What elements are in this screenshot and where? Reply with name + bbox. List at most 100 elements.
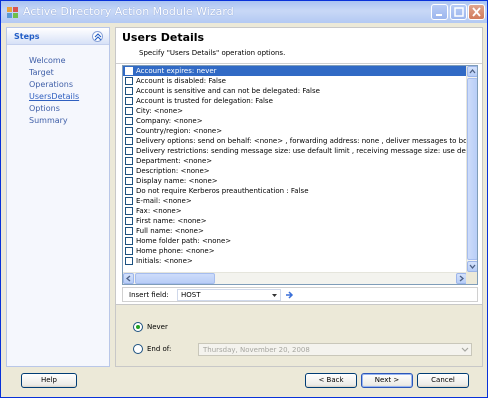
list-item[interactable]: Display name: <none> <box>123 176 467 186</box>
collapse-button[interactable] <box>92 31 103 42</box>
checkbox[interactable] <box>125 167 133 175</box>
chevron-down-icon[interactable] <box>460 345 470 354</box>
wizard-window: Active Directory Action Module Wizard St… <box>0 0 488 398</box>
list-item-label: First name: <none> <box>136 217 207 225</box>
list-item-label: Display name: <none> <box>136 177 218 185</box>
step-welcome[interactable]: Welcome <box>29 55 79 67</box>
never-radio[interactable] <box>133 322 143 332</box>
list-item[interactable]: Description: <none> <box>123 166 467 176</box>
page-title: Users Details <box>122 31 205 44</box>
horizontal-scroll-thumb[interactable] <box>135 273 215 284</box>
list-item[interactable]: Do not require Kerberos preauthenticatio… <box>123 186 467 196</box>
list-item[interactable]: Home folder path: <none> <box>123 236 467 246</box>
end-date-picker[interactable]: Thursday, November 20, 2008 <box>198 343 472 356</box>
list-item[interactable]: Account is trusted for delegation: False <box>123 96 467 106</box>
list-item[interactable]: Account expires: never <box>123 66 467 76</box>
insert-arrow-icon[interactable] <box>285 290 295 300</box>
checkbox[interactable] <box>125 237 133 245</box>
checkbox[interactable] <box>125 257 133 265</box>
list-item[interactable]: First name: <none> <box>123 216 467 226</box>
checkbox[interactable] <box>125 197 133 205</box>
never-label: Never <box>147 323 168 331</box>
insert-field-value: HOST <box>181 291 201 299</box>
chevron-up-icon <box>469 68 476 74</box>
insert-field-bar: Insert field: HOST <box>122 287 478 302</box>
list-rows: Account expires: never Account is disabl… <box>123 66 467 272</box>
scrollbar-corner <box>466 272 477 284</box>
double-chevron-up-icon <box>94 33 102 41</box>
checkbox[interactable] <box>125 227 133 235</box>
app-icon <box>7 7 18 18</box>
close-button[interactable] <box>468 4 485 20</box>
checkbox[interactable] <box>125 177 133 185</box>
step-users-details[interactable]: UsersDetails <box>29 91 79 103</box>
checkbox[interactable] <box>125 157 133 165</box>
minimize-button[interactable] <box>431 4 448 20</box>
list-item-label: Delivery restrictions: sending message s… <box>136 147 467 155</box>
checkbox[interactable] <box>125 77 133 85</box>
help-button[interactable]: Help <box>21 373 77 388</box>
next-button[interactable]: Next > <box>361 373 413 388</box>
list-item-label: Full name: <none> <box>136 227 204 235</box>
checkbox[interactable] <box>125 247 133 255</box>
list-item[interactable]: E-mail: <none> <box>123 196 467 206</box>
scroll-down-button[interactable] <box>467 261 477 272</box>
checkbox[interactable] <box>125 87 133 95</box>
list-item[interactable]: Account is sensitive and can not be dele… <box>123 86 467 96</box>
checkbox[interactable] <box>125 207 133 215</box>
checkbox[interactable] <box>125 147 133 155</box>
list-item[interactable]: Account is disabled: False <box>123 76 467 86</box>
list-item[interactable]: Delivery restrictions: sending message s… <box>123 146 467 156</box>
close-icon <box>472 7 481 17</box>
checkbox[interactable] <box>125 137 133 145</box>
vertical-scroll-thumb[interactable] <box>467 78 477 260</box>
list-item[interactable]: City: <none> <box>123 106 467 116</box>
checkbox[interactable] <box>125 67 133 75</box>
step-options[interactable]: Options <box>29 103 79 115</box>
back-button[interactable]: < Back <box>305 373 357 388</box>
list-item-label: Company: <none> <box>136 117 203 125</box>
list-item[interactable]: Delivery options: send on behalf: <none>… <box>123 136 467 146</box>
list-item[interactable]: Initials: <none> <box>123 256 467 266</box>
list-item-label: Account is disabled: False <box>136 77 226 85</box>
checkbox[interactable] <box>125 187 133 195</box>
list-item-label: Account expires: never <box>136 67 217 75</box>
title-bar[interactable]: Active Directory Action Module Wizard <box>1 1 487 23</box>
maximize-button[interactable] <box>450 4 467 20</box>
scroll-left-button[interactable] <box>123 273 134 284</box>
list-item[interactable]: Country/region: <none> <box>123 126 467 136</box>
list-item[interactable]: Company: <none> <box>123 116 467 126</box>
list-item-label: City: <none> <box>136 107 183 115</box>
dropdown-arrow-icon[interactable] <box>269 290 280 300</box>
list-item-label: Account is trusted for delegation: False <box>136 97 273 105</box>
checkbox[interactable] <box>125 217 133 225</box>
list-item[interactable]: Fax: <none> <box>123 206 467 216</box>
list-item[interactable]: Department: <none> <box>123 156 467 166</box>
list-item-label: Country/region: <none> <box>136 127 223 135</box>
list-item-label: Description: <none> <box>136 167 210 175</box>
checkbox[interactable] <box>125 97 133 105</box>
insert-field-label: Insert field: <box>129 291 169 299</box>
checkbox[interactable] <box>125 127 133 135</box>
scroll-up-button[interactable] <box>467 66 477 77</box>
step-operations[interactable]: Operations <box>29 79 79 91</box>
step-target[interactable]: Target <box>29 67 79 79</box>
vertical-scrollbar[interactable] <box>466 66 477 272</box>
step-summary[interactable]: Summary <box>29 115 79 127</box>
checkbox[interactable] <box>125 117 133 125</box>
checkbox[interactable] <box>125 107 133 115</box>
list-item-label: Fax: <none> <box>136 207 182 215</box>
insert-field-select[interactable]: HOST <box>177 289 281 301</box>
list-item[interactable]: Full name: <none> <box>123 226 467 236</box>
steps-header: Steps <box>7 28 109 45</box>
step-list: Welcome Target Operations UsersDetails O… <box>29 55 79 127</box>
end-of-radio[interactable] <box>133 344 143 354</box>
chevron-right-icon <box>459 275 465 282</box>
list-item-label: Delivery options: send on behalf: <none>… <box>136 137 467 145</box>
user-details-list[interactable]: Account expires: never Account is disabl… <box>122 65 478 285</box>
list-item[interactable]: Home phone: <none> <box>123 246 467 256</box>
end-date-value: Thursday, November 20, 2008 <box>203 346 310 354</box>
horizontal-scrollbar[interactable] <box>123 272 467 284</box>
cancel-button[interactable]: Cancel <box>417 373 469 388</box>
chevron-left-icon <box>125 275 131 282</box>
